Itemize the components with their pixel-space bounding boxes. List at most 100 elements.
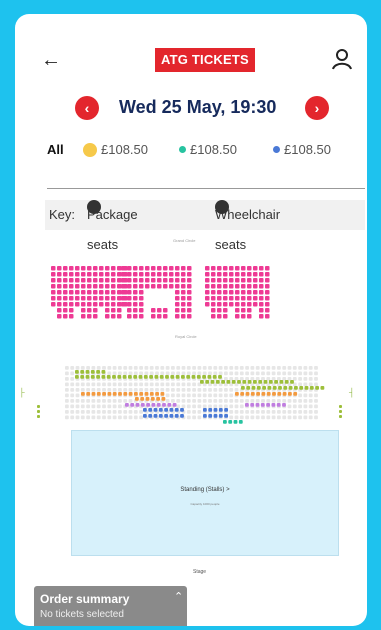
seat[interactable] xyxy=(127,314,132,319)
seat[interactable] xyxy=(274,380,278,384)
seat[interactable] xyxy=(171,399,175,403)
seat[interactable] xyxy=(105,314,110,319)
seat[interactable] xyxy=(282,399,287,403)
seat[interactable] xyxy=(205,380,210,384)
seat[interactable] xyxy=(151,272,156,277)
seat[interactable] xyxy=(106,375,111,379)
seat[interactable] xyxy=(127,296,132,301)
seat[interactable] xyxy=(70,388,75,392)
seat[interactable] xyxy=(99,296,104,301)
seat[interactable] xyxy=(293,392,298,396)
seat[interactable] xyxy=(234,366,239,370)
seat[interactable] xyxy=(93,308,98,313)
seat[interactable] xyxy=(223,266,228,271)
seat[interactable] xyxy=(105,308,110,313)
seat[interactable] xyxy=(235,284,240,289)
seat[interactable] xyxy=(187,278,192,283)
seat[interactable] xyxy=(87,308,92,313)
seat[interactable] xyxy=(157,278,162,283)
seat[interactable] xyxy=(223,278,228,283)
seat[interactable] xyxy=(160,382,165,387)
seat[interactable] xyxy=(112,375,116,379)
seat[interactable] xyxy=(255,371,260,376)
seat[interactable] xyxy=(242,380,247,384)
seat[interactable] xyxy=(210,380,215,384)
seat[interactable] xyxy=(63,272,68,277)
seat[interactable] xyxy=(128,399,133,403)
seat[interactable] xyxy=(223,290,228,295)
seat[interactable] xyxy=(192,382,196,387)
seat[interactable] xyxy=(241,386,245,390)
seat[interactable] xyxy=(223,302,228,307)
seat[interactable] xyxy=(283,386,288,390)
seat[interactable] xyxy=(157,272,162,277)
seat[interactable] xyxy=(81,296,86,301)
seat[interactable] xyxy=(155,382,159,387)
seat[interactable] xyxy=(81,302,86,307)
seat[interactable] xyxy=(175,266,180,271)
seat[interactable] xyxy=(112,382,117,387)
seat[interactable] xyxy=(70,366,75,370)
seat[interactable] xyxy=(265,272,270,277)
seat[interactable] xyxy=(107,415,112,420)
seat[interactable] xyxy=(96,392,101,396)
seat[interactable] xyxy=(231,380,236,384)
seat[interactable] xyxy=(96,366,101,370)
seat[interactable] xyxy=(314,415,318,420)
seat[interactable] xyxy=(205,302,210,307)
seat[interactable] xyxy=(314,399,318,403)
seat[interactable] xyxy=(213,393,218,398)
seat[interactable] xyxy=(117,266,122,271)
seat[interactable] xyxy=(245,366,249,370)
seat[interactable] xyxy=(70,393,75,398)
seat[interactable] xyxy=(287,366,292,370)
seat[interactable] xyxy=(133,382,138,387)
seat[interactable] xyxy=(211,284,216,289)
seat[interactable] xyxy=(256,386,261,390)
seat[interactable] xyxy=(164,408,168,412)
seat[interactable] xyxy=(121,302,126,307)
seat[interactable] xyxy=(123,388,128,392)
seat[interactable] xyxy=(75,370,79,374)
seat[interactable] xyxy=(192,415,196,420)
seat[interactable] xyxy=(57,314,62,319)
seat[interactable] xyxy=(247,290,252,295)
seat[interactable] xyxy=(99,278,104,283)
seat[interactable] xyxy=(112,371,117,376)
seat-map[interactable] xyxy=(15,240,367,460)
seat[interactable] xyxy=(99,284,104,289)
seat[interactable] xyxy=(133,366,138,370)
seat[interactable] xyxy=(303,393,308,398)
seat[interactable] xyxy=(69,278,74,283)
seat[interactable] xyxy=(112,415,117,420)
seat[interactable] xyxy=(93,302,98,307)
seat[interactable] xyxy=(314,404,318,409)
seat[interactable] xyxy=(102,382,106,387)
seat[interactable] xyxy=(229,302,234,307)
seat[interactable] xyxy=(144,366,149,370)
seat[interactable] xyxy=(217,296,222,301)
seat[interactable] xyxy=(65,404,69,409)
seat[interactable] xyxy=(96,382,101,387)
seat[interactable] xyxy=(251,386,256,390)
seat[interactable] xyxy=(65,415,69,420)
seat[interactable] xyxy=(255,399,260,403)
seat[interactable] xyxy=(186,393,191,398)
seat[interactable] xyxy=(211,302,216,307)
seat[interactable] xyxy=(118,388,122,392)
seat[interactable] xyxy=(155,371,159,376)
seat[interactable] xyxy=(143,375,148,379)
seat[interactable] xyxy=(169,272,174,277)
seat[interactable] xyxy=(90,375,95,379)
seat[interactable] xyxy=(233,420,238,424)
seat[interactable] xyxy=(218,404,223,409)
seat[interactable] xyxy=(298,415,302,420)
seat[interactable] xyxy=(314,410,318,414)
seat[interactable] xyxy=(265,266,270,271)
seat[interactable] xyxy=(69,272,74,277)
seat[interactable] xyxy=(176,371,181,376)
seat[interactable] xyxy=(245,399,249,403)
seat[interactable] xyxy=(241,284,246,289)
seat[interactable] xyxy=(121,296,126,301)
seat[interactable] xyxy=(187,284,192,289)
